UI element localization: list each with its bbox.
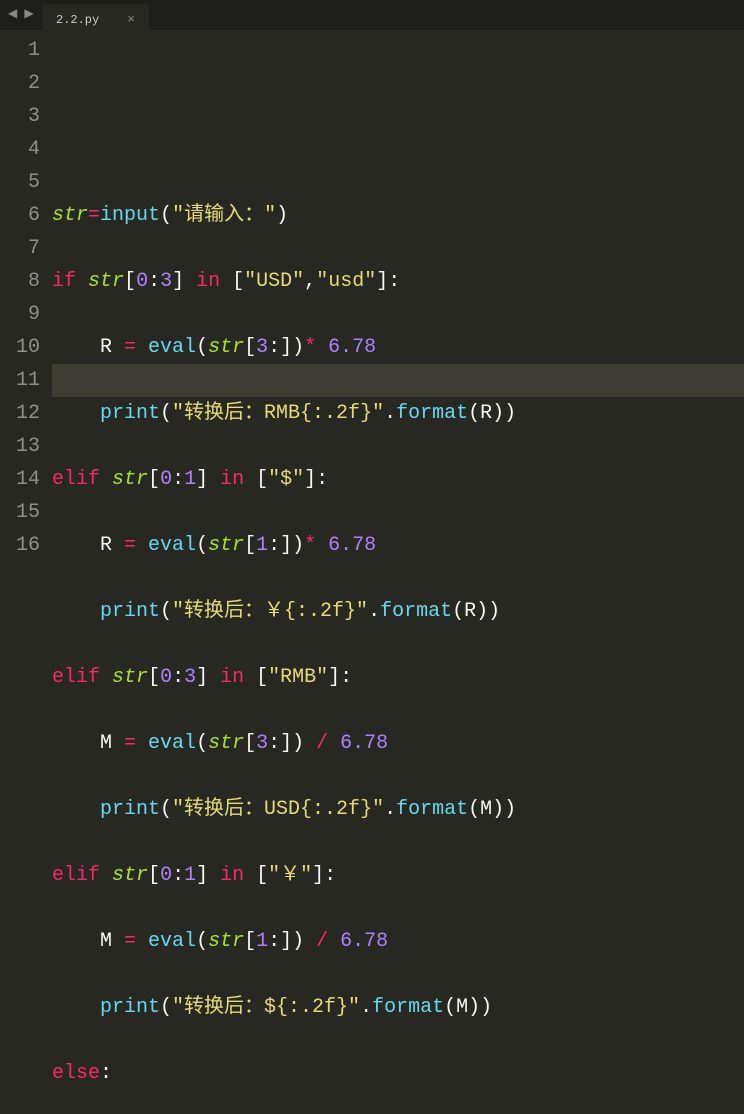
line-number: 9	[0, 298, 40, 331]
code-line: else:	[52, 1057, 744, 1090]
line-number: 4	[0, 133, 40, 166]
code-area[interactable]: str=input("请输入：") if str[0:3] in ["USD",…	[52, 30, 744, 557]
tab-active[interactable]: 2.2.py ×	[42, 4, 149, 30]
editor: 1 2 3 4 5 6 7 8 9 10 11 12 13 14 15 16 s…	[0, 30, 744, 557]
line-number: 16	[0, 529, 40, 562]
code-line: elif str[0:1] in ["￥"]:	[52, 859, 744, 892]
line-number: 12	[0, 397, 40, 430]
code-line: if str[0:3] in ["USD","usd"]:	[52, 265, 744, 298]
tab-bar: 2.2.py ×	[0, 0, 744, 30]
gutter: 1 2 3 4 5 6 7 8 9 10 11 12 13 14 15 16	[0, 30, 52, 557]
code-line: R = eval(str[1:])* 6.78	[52, 529, 744, 562]
code-line: R = eval(str[3:])* 6.78	[52, 331, 744, 364]
nav-arrows[interactable]: ◀ ▶	[8, 6, 34, 21]
code-line: elif str[0:3] in ["RMB"]:	[52, 661, 744, 694]
line-number: 15	[0, 496, 40, 529]
line-number: 1	[0, 34, 40, 67]
close-icon[interactable]: ×	[127, 12, 135, 27]
code-line: M = eval(str[1:]) / 6.78	[52, 925, 744, 958]
line-number: 8	[0, 265, 40, 298]
code-line: print("转换后：${:.2f}".format(M))	[52, 991, 744, 1024]
code-line: M = eval(str[3:]) / 6.78	[52, 727, 744, 760]
line-number: 13	[0, 430, 40, 463]
code-line: print("转换后：RMB{:.2f}".format(R))	[52, 397, 744, 430]
line-number: 11	[0, 364, 40, 397]
code-line: print("转换后：￥{:.2f}".format(R))	[52, 595, 744, 628]
line-number: 2	[0, 67, 40, 100]
line-number: 5	[0, 166, 40, 199]
line-number: 10	[0, 331, 40, 364]
line-number: 6	[0, 199, 40, 232]
tab-title: 2.2.py	[56, 13, 99, 27]
line-number: 3	[0, 100, 40, 133]
line-number: 14	[0, 463, 40, 496]
code-line: str=input("请输入：")	[52, 199, 744, 232]
code-line: print("转换后：USD{:.2f}".format(M))	[52, 793, 744, 826]
code-line: elif str[0:1] in ["$"]:	[52, 463, 744, 496]
line-number: 7	[0, 232, 40, 265]
